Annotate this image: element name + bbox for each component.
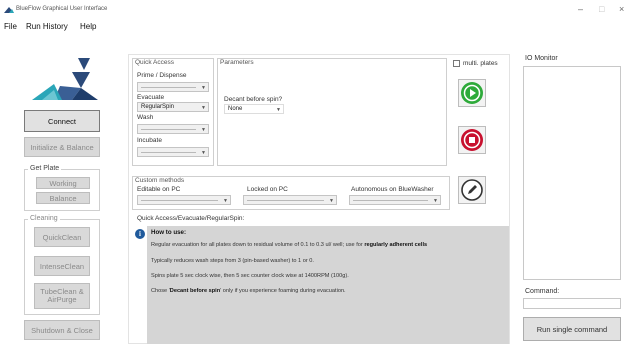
- incubate-dropdown[interactable]: ▼: [137, 147, 209, 157]
- get-plate-group: Get Plate: [24, 165, 100, 211]
- stop-button[interactable]: [458, 126, 486, 154]
- autonomous-label: Autonomous on BlueWasher: [351, 186, 434, 193]
- connect-button[interactable]: Connect: [24, 110, 100, 132]
- close-button[interactable]: ×: [619, 4, 624, 14]
- pencil-icon: [461, 179, 483, 201]
- info-line-1-bold: regularly adherent cells: [364, 242, 428, 248]
- info-line-4: Chose 'Decant before spin' only if you e…: [151, 288, 346, 294]
- wash-dropdown[interactable]: ▼: [137, 124, 209, 134]
- decant-label: Decant before spin?: [224, 96, 283, 103]
- evacuate-value: RegularSpin: [141, 104, 175, 110]
- locked-on-pc-label: Locked on PC: [247, 186, 288, 193]
- info-line-2: Typically reduces wash steps from 3 (pin…: [151, 258, 314, 264]
- app-logo-icon: [4, 7, 14, 13]
- left-panel: Connect Initialize & Balance Get Plate W…: [0, 36, 118, 356]
- get-plate-label: Get Plate: [28, 165, 62, 172]
- quickclean-button[interactable]: QuickClean: [34, 227, 90, 247]
- prime-dispense-label: Prime / Dispense: [137, 72, 187, 79]
- decant-value: None: [228, 106, 243, 112]
- info-line-4-bold: Decant before spin: [169, 288, 221, 294]
- run-button[interactable]: [458, 79, 486, 107]
- shutdown-close-button[interactable]: Shutdown & Close: [24, 320, 100, 340]
- run-single-command-button[interactable]: Run single command: [523, 317, 621, 341]
- decant-dropdown[interactable]: None ▼: [224, 104, 284, 114]
- command-input[interactable]: [523, 298, 621, 309]
- balance-button[interactable]: Balance: [36, 192, 90, 204]
- multi-plates-checkbox[interactable]: [453, 60, 460, 67]
- intenseclean-button[interactable]: IntenseClean: [34, 256, 90, 276]
- parameters-title: Parameters: [220, 59, 254, 66]
- menu-file[interactable]: File: [4, 22, 17, 31]
- custom-methods-title: Custom methods: [135, 177, 185, 184]
- info-line-3: Spins plate 5 sec clock wise, then 5 sec…: [151, 273, 349, 279]
- info-heading: How to use:: [151, 229, 187, 236]
- info-line-1: Regular evacuation for all plates down t…: [151, 242, 428, 248]
- maximize-button[interactable]: □: [599, 4, 604, 14]
- menu-bar: File Run History Help: [0, 22, 632, 36]
- command-label: Command:: [525, 288, 560, 295]
- initialize-balance-button[interactable]: Initialize & Balance: [24, 137, 100, 157]
- main-panel: Quick Access Prime / Dispense ▼ Evacuate…: [128, 54, 510, 344]
- locked-on-pc-dropdown[interactable]: ▼: [243, 195, 337, 205]
- blueflow-logo: [32, 58, 98, 100]
- minimize-button[interactable]: –: [578, 4, 583, 14]
- prime-dispense-dropdown[interactable]: ▼: [137, 82, 209, 92]
- incubate-label: Incubate: [137, 137, 162, 144]
- editable-on-pc-dropdown[interactable]: ▼: [137, 195, 231, 205]
- window-title: BlueFlow Graphical User Interface: [16, 6, 108, 12]
- info-icon: i: [135, 229, 145, 239]
- io-monitor-box[interactable]: [523, 66, 621, 280]
- editable-on-pc-label: Editable on PC: [137, 186, 181, 193]
- info-path: Quick Access/Evacuate/RegularSpin:: [137, 215, 245, 222]
- working-button[interactable]: Working: [36, 177, 90, 189]
- menu-help[interactable]: Help: [80, 22, 96, 31]
- autonomous-dropdown[interactable]: ▼: [349, 195, 441, 205]
- io-monitor-label: IO Monitor: [525, 55, 558, 62]
- edit-button[interactable]: [458, 176, 486, 204]
- evacuate-dropdown[interactable]: RegularSpin ▼: [137, 102, 209, 112]
- tubeclean-airpurge-button[interactable]: TubeClean & AirPurge: [34, 283, 90, 309]
- multi-plates-label: multi. plates: [463, 60, 498, 67]
- title-bar: BlueFlow Graphical User Interface – □ ×: [0, 0, 632, 20]
- quick-access-title: Quick Access: [135, 59, 175, 66]
- cleaning-label: Cleaning: [28, 215, 60, 222]
- evacuate-label: Evacuate: [137, 94, 165, 101]
- play-icon: [461, 82, 483, 104]
- menu-run-history[interactable]: Run History: [26, 22, 68, 31]
- stop-icon: [461, 129, 483, 151]
- wash-label: Wash: [137, 114, 154, 121]
